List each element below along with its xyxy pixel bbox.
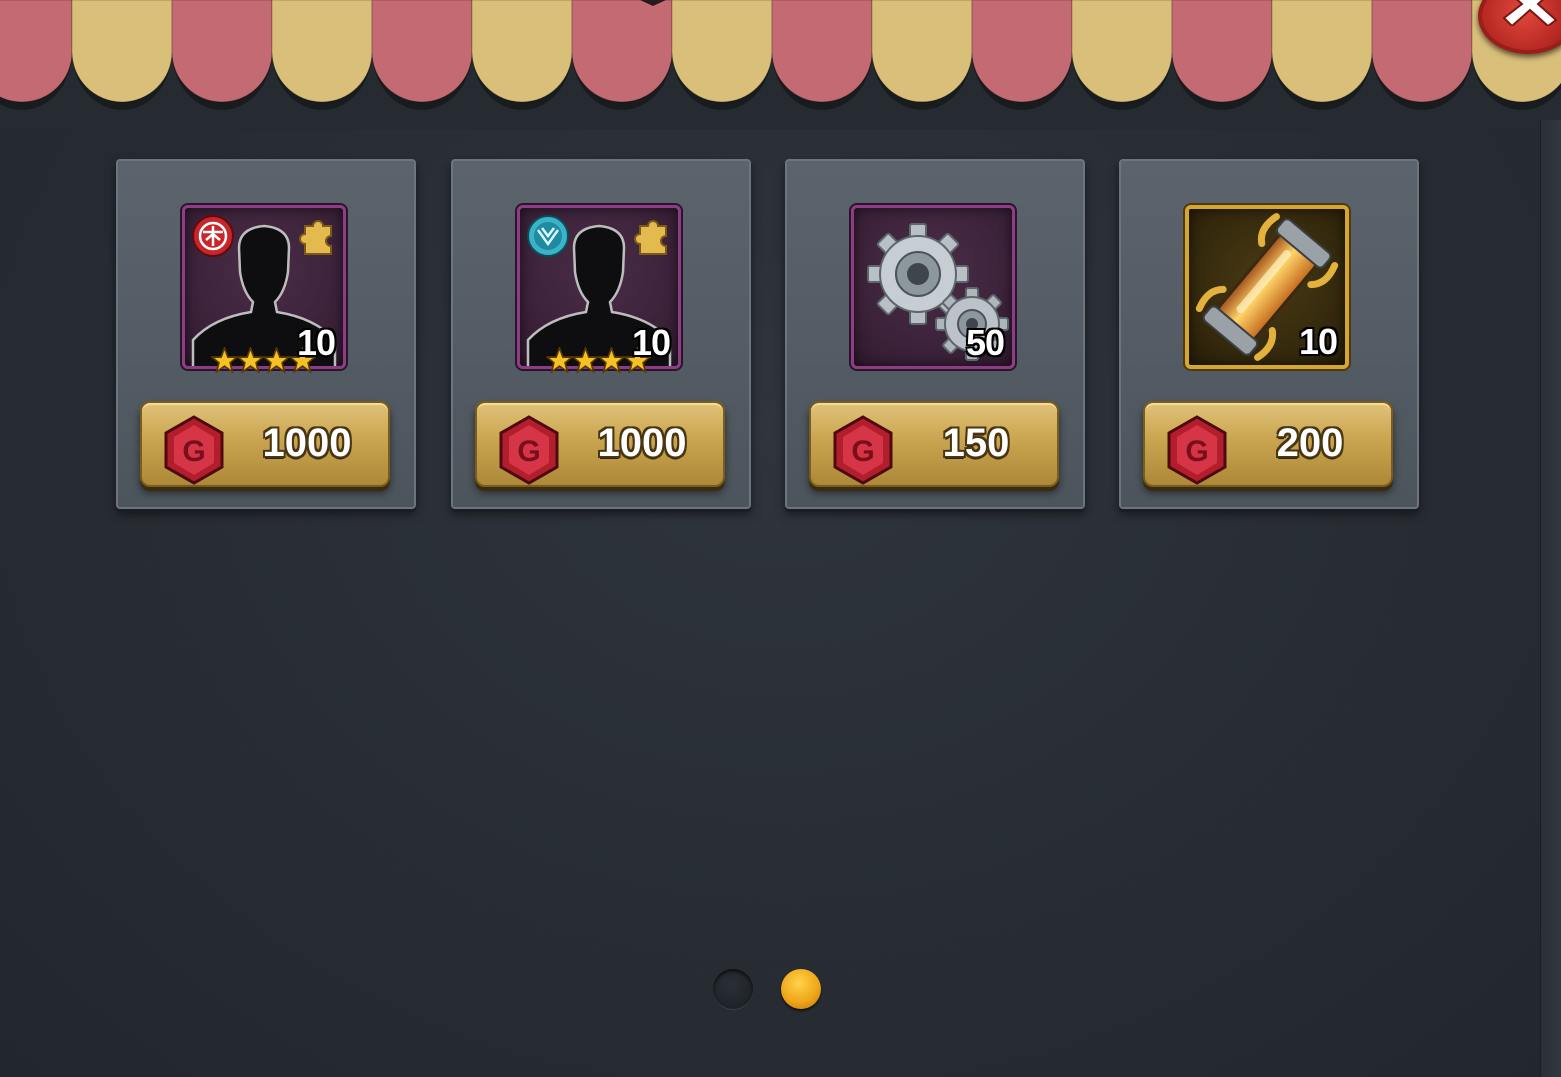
svg-text:G: G <box>1185 435 1208 468</box>
svg-text:G: G <box>182 435 205 468</box>
item-quantity: 10 <box>631 322 671 363</box>
shop-item-card[interactable]: 10 G 1000 <box>116 159 416 509</box>
item-quantity: 10 <box>1298 321 1338 362</box>
shop-item-card[interactable]: 10 G 1000 <box>451 159 751 509</box>
item-price: 150 <box>942 421 1010 465</box>
shop-item-card[interactable]: 50 G 150 <box>785 159 1085 509</box>
buy-button[interactable]: G 200 <box>1143 401 1393 487</box>
item-price: 1000 <box>597 421 687 465</box>
shop-awning <box>0 0 1561 130</box>
item-price: 1000 <box>262 421 352 465</box>
page-dot-1[interactable] <box>713 969 753 1009</box>
star-icon <box>598 347 625 374</box>
buy-button[interactable]: G 1000 <box>140 401 390 487</box>
item-slot[interactable]: 10 <box>182 205 346 374</box>
close-icon <box>1502 0 1558 26</box>
item-slot[interactable]: 50 <box>851 205 1015 369</box>
star-icon <box>572 347 599 374</box>
shop-item-card[interactable]: 10 G 200 <box>1119 159 1419 509</box>
g-gem-icon: G <box>164 415 224 485</box>
item-price: 200 <box>1276 421 1344 465</box>
page-dot-2[interactable] <box>781 969 821 1009</box>
item-slot[interactable]: 10 <box>517 205 681 374</box>
buy-button[interactable]: G 1000 <box>475 401 725 487</box>
item-quantity: 10 <box>296 322 336 363</box>
star-icon <box>263 347 290 374</box>
g-gem-icon: G <box>833 415 893 485</box>
item-quantity: 50 <box>965 322 1005 363</box>
g-gem-icon: G <box>499 415 559 485</box>
svg-text:G: G <box>517 435 540 468</box>
svg-text:G: G <box>851 435 874 468</box>
star-icon <box>546 347 573 374</box>
buy-button[interactable]: G 150 <box>809 401 1059 487</box>
star-icon <box>211 347 238 374</box>
side-rail <box>1540 120 1561 1077</box>
g-gem-icon: G <box>1167 415 1227 485</box>
star-icon <box>237 347 264 374</box>
item-slot[interactable]: 10 <box>1185 205 1349 369</box>
